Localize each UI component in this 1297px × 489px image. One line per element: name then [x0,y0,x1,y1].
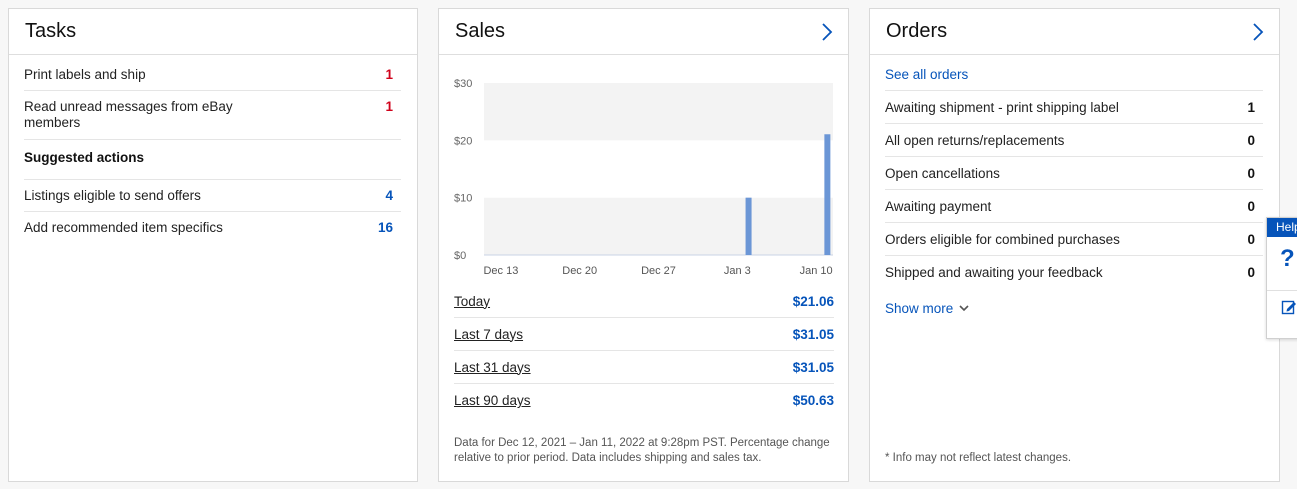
tasks-body: Print labels and ship 1 Read unread mess… [9,55,417,243]
period-link[interactable]: Today [454,294,490,309]
period-link[interactable]: Last 7 days [454,327,523,342]
order-count[interactable]: 0 [1247,232,1263,247]
suggested-item-item-specifics[interactable]: Add recommended item specifics 16 [24,220,401,243]
help-feedback-tab[interactable]: Help ? [1266,217,1297,339]
task-item-print-labels[interactable]: Print labels and ship 1 [24,67,401,91]
period-amount: $31.05 [792,326,834,342]
order-label[interactable]: Shipped and awaiting your feedback [885,265,1103,280]
tasks-title: Tasks [25,20,77,42]
sales-bar [745,197,752,255]
sales-row-today[interactable]: Today $21.06 [454,285,834,318]
chevron-right-icon[interactable] [820,22,834,42]
feedback-edit-icon[interactable] [1267,291,1297,320]
suggested-count[interactable]: 16 [378,220,393,235]
x-tick-label: Dec 27 [641,265,676,277]
sales-chart: $0 $10 $20 $30 Dec 13 Dec 20 Dec 27 Jan 3 Jan 10 [454,78,833,277]
period-amount: $21.06 [792,293,834,309]
order-row-open-returns[interactable]: All open returns/replacements 0 [885,124,1263,157]
tasks-card: Tasks Print labels and ship 1 Read unrea… [8,8,418,482]
suggested-count[interactable]: 4 [385,188,393,203]
orders-header: Orders [870,9,1279,55]
order-label[interactable]: Open cancellations [885,166,1000,181]
order-label[interactable]: Awaiting payment [885,199,991,214]
sales-card: Sales $0 $10 $20 $30 Dec 13 Dec 20 Dec 27 Jan 3… [438,8,849,482]
orders-card: Orders See all orders Awaiting shipment … [869,8,1280,482]
chart-band [484,140,833,198]
suggested-item-send-offers[interactable]: Listings eligible to send offers 4 [24,188,401,212]
pencil-note-icon[interactable] [1281,299,1297,315]
period-amount: $31.05 [792,359,834,375]
x-tick-label: Dec 20 [562,265,597,277]
order-count[interactable]: 0 [1247,166,1263,181]
order-row-awaiting-payment[interactable]: Awaiting payment 0 [885,190,1263,223]
x-tick-label: Dec 13 [483,265,518,277]
sales-header: Sales [439,9,848,55]
sales-data-note: Data for Dec 12, 2021 – Jan 11, 2022 at … [454,437,830,464]
order-row-awaiting-shipment[interactable]: Awaiting shipment - print shipping label… [885,91,1263,124]
show-more-label[interactable]: Show more [885,301,953,316]
task-label[interactable]: Read unread messages from eBay members [24,99,254,131]
order-row-awaiting-feedback[interactable]: Shipped and awaiting your feedback 0 [885,256,1263,289]
orders-title: Orders [886,20,948,42]
show-more-button[interactable]: Show more [885,301,1263,316]
x-tick-label: Jan 10 [800,265,833,277]
order-row-combined-purchases[interactable]: Orders eligible for combined purchases 0 [885,223,1263,256]
suggested-actions-heading: Suggested actions [24,148,401,180]
suggested-label[interactable]: Listings eligible to send offers [24,188,201,203]
orders-info-note: * Info may not reflect latest changes. [885,452,1072,464]
tasks-header: Tasks [9,9,417,55]
order-label[interactable]: Orders eligible for combined purchases [885,232,1120,247]
task-count[interactable]: 1 [385,67,393,82]
task-label[interactable]: Print labels and ship [24,67,146,82]
x-tick-label: Jan 3 [724,265,751,277]
order-label[interactable]: Awaiting shipment - print shipping label [885,100,1119,115]
order-count[interactable]: 0 [1247,265,1263,280]
suggested-label[interactable]: Add recommended item specifics [24,220,223,235]
period-link[interactable]: Last 31 days [454,360,531,375]
y-tick-label: $10 [454,193,472,205]
order-count[interactable]: 0 [1247,133,1263,148]
order-row-open-cancellations[interactable]: Open cancellations 0 [885,157,1263,190]
task-item-unread-messages[interactable]: Read unread messages from eBay members 1 [24,99,401,140]
sales-title: Sales [455,20,506,42]
help-question-icon[interactable]: ? [1267,237,1297,291]
y-tick-label: $30 [454,78,472,90]
sales-row-7-days[interactable]: Last 7 days $31.05 [454,318,834,351]
sales-row-31-days[interactable]: Last 31 days $31.05 [454,351,834,384]
chart-band [484,83,833,141]
chevron-right-icon[interactable] [1251,22,1265,42]
order-label[interactable]: All open returns/replacements [885,133,1064,148]
chevron-down-icon[interactable] [959,305,969,312]
y-tick-label: $0 [454,250,466,262]
see-all-orders-link[interactable]: See all orders [885,67,1263,91]
chart-band [484,197,833,255]
order-count[interactable]: 1 [1247,100,1263,115]
sales-bar [824,134,831,255]
y-tick-label: $20 [454,135,472,147]
task-count[interactable]: 1 [385,99,393,114]
sales-periods: Today $21.06 Last 7 days $31.05 Last 31 … [454,285,834,417]
help-label[interactable]: Help [1267,218,1297,237]
period-amount: $50.63 [792,393,834,408]
period-link[interactable]: Last 90 days [454,393,531,408]
orders-body: See all orders Awaiting shipment - print… [870,55,1279,316]
sales-row-90-days[interactable]: Last 90 days $50.63 [454,384,834,417]
order-count[interactable]: 0 [1247,199,1263,214]
